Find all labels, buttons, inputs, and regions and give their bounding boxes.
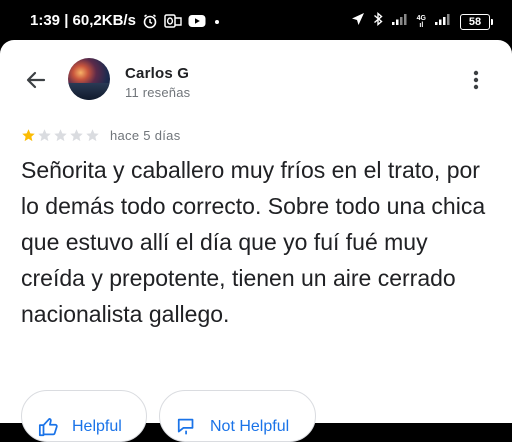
location-icon <box>351 12 365 31</box>
not-helpful-button[interactable]: Not Helpful <box>159 390 316 442</box>
helpful-button[interactable]: Helpful <box>21 390 147 442</box>
star-empty-icon <box>38 129 51 142</box>
outlook-icon <box>164 13 182 29</box>
youtube-icon <box>188 14 206 28</box>
star-rating <box>21 128 100 143</box>
back-button[interactable] <box>18 62 54 98</box>
rating-row: hace 5 días <box>21 128 181 143</box>
star-empty-icon <box>70 129 83 142</box>
user-name[interactable]: Carlos G <box>125 65 189 82</box>
network-type-bars: ıl <box>419 21 424 29</box>
alarm-icon <box>142 13 158 29</box>
status-time: 1:39 | 60,2KB/s <box>30 12 136 29</box>
status-left: 1:39 | 60,2KB/s <box>30 12 222 29</box>
notification-dot-icon <box>212 16 222 26</box>
status-right: 4G ıl 58 <box>351 11 493 32</box>
review-date: hace 5 días <box>110 128 181 143</box>
helpful-label: Helpful <box>72 418 122 435</box>
thumb-up-icon <box>38 417 58 437</box>
flag-report-icon <box>177 418 194 435</box>
network-type: 4G ıl <box>417 15 426 29</box>
signal-icon <box>391 12 409 31</box>
star-empty-icon <box>86 129 99 142</box>
review-sheet: Carlos G 11 reseñas hace 5 días Señorita… <box>0 40 512 442</box>
avatar[interactable] <box>68 58 110 100</box>
not-helpful-label: Not Helpful <box>210 418 290 435</box>
review-actions: Helpful Not Helpful <box>21 390 316 442</box>
more-options-button[interactable] <box>460 64 492 96</box>
star-empty-icon <box>54 129 67 142</box>
bluetooth-icon <box>373 11 383 32</box>
network-type-label: 4G <box>416 14 426 22</box>
signal-icon-2 <box>434 12 452 31</box>
battery-level: 58 <box>468 15 482 28</box>
battery-icon: 58 <box>460 13 493 30</box>
star-filled-icon <box>22 129 35 142</box>
review-text: Señorita y caballero muy fríos en el tra… <box>21 157 486 327</box>
arrow-back-icon <box>26 71 46 89</box>
more-vert-icon <box>473 70 479 90</box>
status-bar: 1:39 | 60,2KB/s 4G ıl 58 <box>0 0 512 40</box>
user-review-count: 11 reseñas <box>125 85 191 100</box>
review-header: Carlos G 11 reseñas <box>0 40 512 120</box>
